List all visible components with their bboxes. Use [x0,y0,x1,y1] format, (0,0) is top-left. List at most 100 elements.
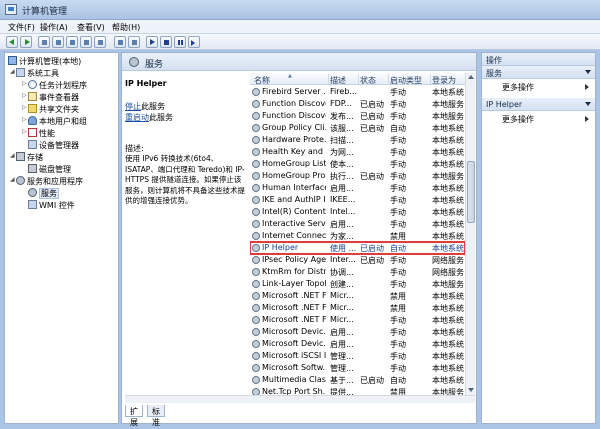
service-row[interactable]: Hardware Prote... 扫描... 手动 本地系统 [250,134,465,146]
service-row[interactable]: Link-Layer Topol... 创建... 手动 本地服务 [250,278,465,290]
forward-icon[interactable] [20,36,32,48]
tree-services-apps[interactable]: ◢ 服务和应用程序 [10,176,83,188]
scroll-up-icon[interactable] [468,75,474,79]
back-icon[interactable] [6,36,18,48]
service-row[interactable]: Interactive Servi... 启用... 手动 本地系统 [250,218,465,230]
more-actions-services[interactable]: 更多操作 [502,82,589,93]
service-row[interactable]: Microsoft .NET F... Micr... 禁用 本地系统 [250,302,465,314]
up-folder-icon[interactable] [38,36,50,48]
scroll-thumb[interactable] [467,161,475,223]
selected-service-name: IP Helper [125,79,167,88]
tree-performance[interactable]: ▷ 性能 [22,128,55,140]
menu-view[interactable]: 查看(V) [77,22,105,33]
menu-bar: 文件(F) 操作(A) 查看(V) 帮助(H) [0,20,600,34]
column-description[interactable]: 描述 [330,75,346,86]
stop-service-link[interactable]: 停止 [125,102,141,111]
actions-section-ip-helper[interactable]: IP Helper [482,98,595,111]
services-header-title: 服务 [145,60,164,70]
service-row[interactable]: Health Key and ... 为网... 手动 本地系统 [250,146,465,158]
export-list-icon[interactable] [94,36,106,48]
action-pane-icon[interactable] [128,36,140,48]
service-startup-type: 手动 [390,160,406,169]
service-row[interactable]: Function Discove... 发布... 已启动手动 本地服务 [250,110,465,122]
scroll-down-icon[interactable] [468,388,474,392]
column-status[interactable]: 状态 [360,75,376,86]
service-name: IP Helper [262,243,299,252]
tree-services[interactable]: 服务 [28,188,59,200]
tree-shared-folders[interactable]: ▷ 共享文件夹 [22,104,79,116]
collapse-arrow-icon[interactable] [585,102,591,106]
service-row[interactable]: Microsoft iSCSI I... 管理... 手动 本地系统 [250,350,465,362]
service-row[interactable]: Function Discove... FDP... 已启动手动 本地服务 [250,98,465,110]
service-row[interactable]: Microsoft Devic... 启用... 手动 本地系统 [250,326,465,338]
column-name[interactable]: 名称 [254,75,270,86]
menu-file[interactable]: 文件(F) [8,22,35,33]
tree-system-tools[interactable]: ◢ 系统工具 [10,68,59,80]
service-gear-icon [252,280,260,288]
gear-icon [28,188,37,197]
device-manager-icon [28,140,37,149]
column-log-on-as[interactable]: 登录为 [432,75,456,86]
help-icon[interactable] [114,36,126,48]
service-row[interactable]: HomeGroup Pro... 执行... 已启动 手动 本地服务 [250,170,465,182]
service-gear-icon [252,184,260,192]
more-actions-ip-helper[interactable]: 更多操作 [502,114,589,125]
tree-disk-management[interactable]: 磁盘管理 [28,164,71,176]
menu-help[interactable]: 帮助(H) [112,22,140,33]
actions-section-services[interactable]: 服务 [482,66,595,79]
service-row[interactable]: Microsoft Devic... 启用... 手动 本地系统 [250,338,465,350]
tree-event-viewer[interactable]: ▷ 事件查看器 [22,92,79,104]
service-row[interactable]: Group Policy Cli... 该服... 已启动 自动 本地系统 [250,122,465,134]
vertical-scrollbar[interactable] [465,73,475,395]
tree-root[interactable]: 计算机管理(本地) [8,56,81,68]
service-description: Fireb... [330,87,357,96]
service-log-on-as: 本地系统 [432,148,464,157]
tree-task-scheduler[interactable]: ▷ 任务计划程序 [22,80,87,92]
column-startup-type[interactable]: 启动类型 [390,75,422,86]
service-row[interactable]: IKE and AuthIP I... IKEE... 手动 本地系统 [250,194,465,206]
service-row[interactable]: Firebird Server ... Fireb... 手动 本地系统 [250,86,465,98]
tab-standard[interactable]: 标准 [147,405,165,427]
service-gear-icon [252,124,260,132]
start-service-icon[interactable] [146,36,158,48]
pause-service-icon[interactable] [174,36,186,48]
menu-action[interactable]: 操作(A) [40,22,68,33]
service-row[interactable]: Microsoft .NET F... Micr... 禁用 本地系统 [250,290,465,302]
service-row[interactable]: Microsoft Softw... 管理... 手动 本地系统 [250,362,465,374]
service-row[interactable]: IPsec Policy Agent Inter... 已启动手动 网络服务 [250,254,465,266]
refresh-icon[interactable] [80,36,92,48]
service-name: HomeGroup Pro... [262,171,326,180]
collapse-arrow-icon[interactable] [585,70,591,74]
stop-service-icon[interactable] [160,36,172,48]
service-row[interactable]: Microsoft .NET F... Micr... 手动 本地系统 [250,314,465,326]
tree-local-users[interactable]: ▷ 本地用户和组 [22,116,87,128]
service-log-on-as: 本地系统 [432,340,464,349]
service-name: Function Discove... [262,99,326,108]
service-row[interactable]: Human Interface... 启用... 手动 本地系统 [250,182,465,194]
computer-icon [8,56,17,65]
service-row[interactable]: Net.Tcp Port Sh... 提供... 禁用 本地服务 [250,386,465,395]
properties-icon[interactable] [66,36,78,48]
tree-storage[interactable]: ◢ 存储 [10,152,43,164]
service-log-on-as: 网络服务 [432,268,464,277]
show-hide-tree-icon[interactable] [52,36,64,48]
service-description: 基于... [330,376,354,385]
horizontal-scrollbar[interactable] [125,395,475,403]
service-row[interactable]: Intel(R) Content ... Intel... 手动 本地系统 [250,206,465,218]
tree-wmi[interactable]: WMI 控件 [28,200,75,212]
restart-service-icon[interactable] [188,36,200,48]
description-label: 描述: [125,144,144,153]
service-log-on-as: 本地系统 [432,160,464,169]
service-description: FDP... [330,99,352,108]
service-description: 使用 ... [330,244,357,253]
service-log-on-as: 本地系统 [432,232,464,241]
tree-device-manager[interactable]: 设备管理器 [28,140,79,152]
restart-service-link[interactable]: 重启动 [125,113,149,122]
service-row[interactable]: HomeGroup List... 使本... 手动 本地系统 [250,158,465,170]
service-row[interactable]: Internet Connect... 为家... 禁用 本地系统 [250,230,465,242]
tab-extended[interactable]: 扩展 [125,405,143,427]
service-row[interactable]: IP Helper 使用 ... 已启动 自动 本地系统 [250,241,465,255]
service-description: 该服... [330,124,354,133]
service-row[interactable]: Multimedia Clas... 基于... 已启动自动 本地系统 [250,374,465,386]
service-row[interactable]: KtmRm for Distri... 协调... 手动 网络服务 [250,266,465,278]
